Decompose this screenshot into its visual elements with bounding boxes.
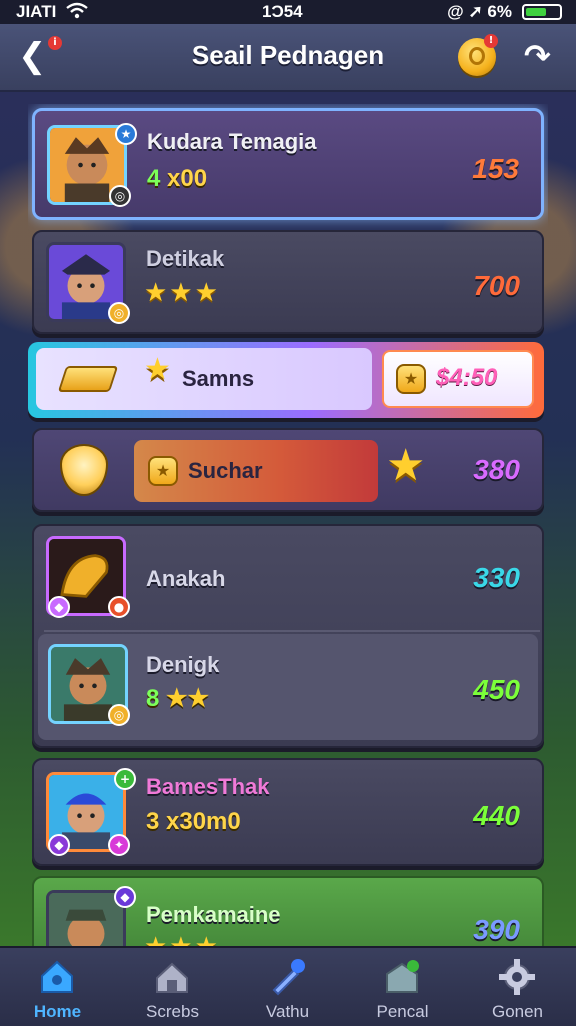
rating-stars: ★★★ [144,278,220,308]
level-sub: x00 [167,165,208,192]
player-score: 390 [473,914,520,945]
player-name: Pemkamaine [146,902,281,927]
gem-badge-icon: ◆ [48,596,70,618]
rating-stars: ★★ [166,685,210,712]
suchar-label: Suchar [188,458,263,483]
list-item[interactable]: ◆ Pemkamaine ★★★ 390 [32,876,544,946]
status-bar: JIATI 1Ɔ54 @ ➚ 6% [0,0,576,24]
rank-badge-icon: ◎ [109,185,131,207]
sword-badge-icon: ✦ [108,834,130,856]
player-score: 700 [473,270,520,301]
coin-badge-icon: ◎ [108,704,130,726]
row-divider [44,630,540,632]
item-name: Anakah [146,566,226,591]
player-level: 4 x00 [147,165,207,193]
star-icon: ★ [144,352,171,387]
star-icon: ★ [386,440,426,491]
shield-icon [60,444,108,496]
suchar-panel: ★ Suchar [134,440,378,502]
player-score: 153 [472,153,519,184]
gem-badge-icon: ◆ [114,886,136,908]
tab-screbs[interactable]: Screbs [115,948,230,1026]
player-name: Kudara Temagia [147,129,317,154]
buy-button[interactable]: ★ $4:50 [382,350,534,408]
player-sub: 3 x30m0 [146,808,241,835]
coin-notification-badge: ! [484,34,498,48]
offer-label: Samns [182,366,255,391]
wifi-icon [66,2,88,25]
tab-label: Home [33,1002,82,1021]
tab-label: Screbs [146,1002,199,1021]
clock: 1Ɔ54 [262,2,303,21]
price-label: $4:50 [436,364,498,391]
list-item[interactable]: ◎ Detikak ★★★ 700 [32,230,544,334]
tab-label: Vathu [265,1002,310,1021]
gear-icon [499,959,535,995]
brush-icon [272,959,305,996]
tab-label: Pencal [376,1002,429,1021]
level-value: 8 [146,685,160,712]
gem-badge-icon: ◆ [48,834,70,856]
player-name: Denigk [146,652,220,677]
battery-percent: @ ➚ 6% [447,2,512,21]
leaderboard-list[interactable]: ★ ◎ Kudara Temagia 4 x00 153 ◎ Detikak ★… [28,104,548,946]
player-name: BamesThak [146,774,270,799]
list-item-group: ◆ ● Anakah 330 ◎ Denigk 8 ★★ 450 [32,524,544,748]
player-name: Detikak [146,246,225,271]
rating-stars: ★★★ [144,932,220,946]
level-value: 4 [147,165,161,192]
gold-bar-icon [57,366,119,392]
battery-value: 6% [487,2,512,21]
list-item[interactable]: ★ Suchar ★ 380 [32,428,544,512]
item-score: 330 [473,562,520,593]
fire-badge-icon: ● [108,596,130,618]
plus-badge-icon: + [114,768,136,790]
star-badge-icon: ★ [115,123,137,145]
bottom-tab-bar: Home Screbs Vathu Pencal Gonen [0,946,576,1026]
coin-icon: ★ [148,456,178,486]
list-item[interactable]: + ◆ ✦ BamesThak 3 x30m0 440 [32,758,544,866]
tab-pencal[interactable]: Pencal [345,948,460,1026]
tab-label: Gonen [491,1002,544,1021]
coin-icon: ★ [396,364,426,394]
tab-home[interactable]: Home [0,948,115,1026]
shop-icon [386,960,419,993]
offer-panel: ★ Samns [36,348,372,410]
coin-badge-icon: ◎ [108,302,130,324]
house-icon [156,962,188,993]
header: ❮ i Seail Pednagen ! ↷ [0,24,576,92]
list-item[interactable]: ★ ◎ Kudara Temagia 4 x00 153 [32,108,544,220]
player-level: 8 ★★ [146,684,209,713]
tab-gonen[interactable]: Gonen [460,948,575,1026]
list-item[interactable]: ◎ Denigk 8 ★★ 450 [38,634,538,740]
battery-icon [522,4,562,20]
share-icon[interactable]: ↷ [524,38,551,74]
carrier-label: JIATI [16,2,57,21]
offer-row[interactable]: ★ Samns ★ $4:50 [28,342,544,418]
tab-vathu[interactable]: Vathu [230,948,345,1026]
player-score: 450 [473,674,520,705]
player-score: 380 [473,454,520,485]
player-score: 440 [473,800,520,831]
home-icon [41,960,73,993]
